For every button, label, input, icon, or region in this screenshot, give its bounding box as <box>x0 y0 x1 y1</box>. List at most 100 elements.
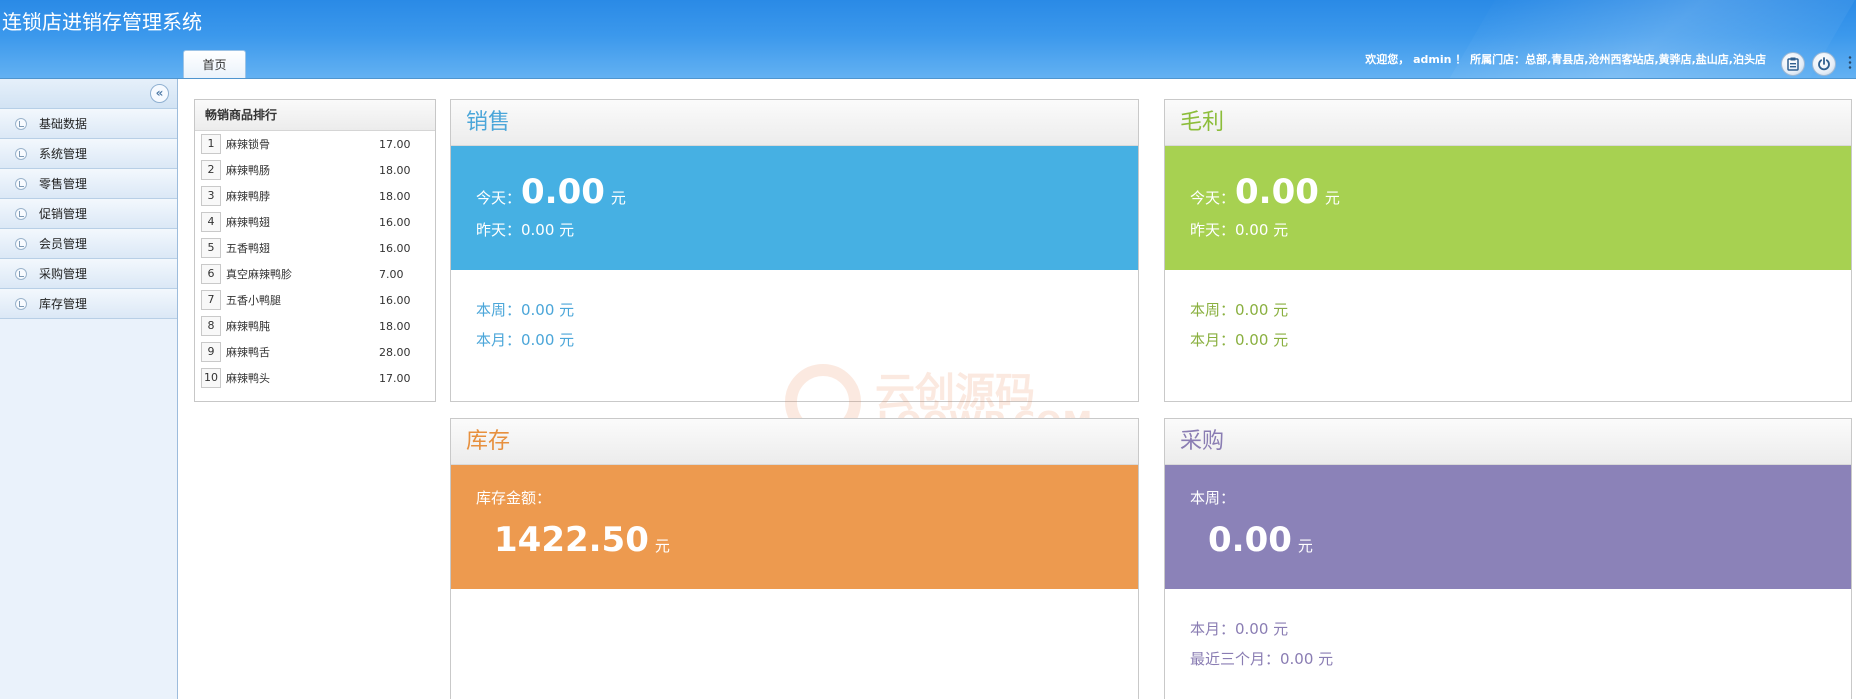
sidebar-item-label: 促销管理 <box>39 207 88 221</box>
product-price: 18.00 <box>379 189 411 203</box>
list-item: 8 麻辣鸭肫 18.00 <box>195 313 435 339</box>
sidebar-item-promotion[interactable]: 促销管理 <box>0 199 177 229</box>
rank-number: 2 <box>201 160 221 180</box>
sidebar-item-retail[interactable]: 零售管理 <box>0 169 177 199</box>
menu-arrow-icon <box>15 297 27 310</box>
stock-amount-unit: 元 <box>654 537 670 555</box>
sales-today-value: 0.00 <box>521 172 605 212</box>
menu-arrow-icon <box>15 177 27 190</box>
menu-arrow-icon <box>15 267 27 280</box>
product-name: 麻辣鸭翅 <box>226 216 270 229</box>
purchase-week-value: 0.00 <box>1208 520 1292 560</box>
sales-today-unit: 元 <box>610 189 626 207</box>
product-name: 麻辣鸭头 <box>226 372 270 385</box>
purchase-three-months: 最近三个月：0.00 元 <box>1190 650 1334 668</box>
sidebar-item-label: 零售管理 <box>39 177 88 191</box>
gross-profit-week: 本周：0.00 元 <box>1190 301 1289 319</box>
stock-card: 库存 库存金额： 1422.50 元 <box>450 418 1139 699</box>
sidebar-item-purchase[interactable]: 采购管理 <box>0 259 177 289</box>
more-dots-icon[interactable] <box>1848 55 1852 69</box>
gross-profit-today: 今天：0.00 元 <box>1190 172 1340 212</box>
product-name: 麻辣鸭舌 <box>226 346 270 359</box>
product-price: 18.00 <box>379 319 411 333</box>
product-name: 五香鸭翅 <box>226 242 270 255</box>
sidebar-item-member[interactable]: 会员管理 <box>0 229 177 259</box>
purchase-week-label: 本周： <box>1190 489 1236 507</box>
sales-today-label: 今天： <box>476 189 522 207</box>
product-name: 五香小鸭腿 <box>226 294 281 307</box>
rank-number: 9 <box>201 342 221 362</box>
purchase-week: 0.00 元 <box>1208 520 1313 560</box>
purchase-week-unit: 元 <box>1297 537 1313 555</box>
top-selling-title: 畅销商品排行 <box>195 100 435 131</box>
sidebar-item-basic-data[interactable]: 基础数据 <box>0 109 177 139</box>
gross-profit-today-label: 今天： <box>1190 189 1236 207</box>
sidebar-item-label: 基础数据 <box>39 117 88 131</box>
sidebar-collapse-bar: « <box>0 79 177 109</box>
list-item: 7 五香小鸭腿 16.00 <box>195 287 435 313</box>
sales-month: 本月：0.00 元 <box>476 331 575 349</box>
product-price: 17.00 <box>379 371 411 385</box>
sidebar-item-label: 采购管理 <box>39 267 88 281</box>
power-icon[interactable] <box>1812 52 1836 76</box>
rank-number: 7 <box>201 290 221 310</box>
sidebar: « 基础数据 系统管理 零售管理 促销管理 会员管理 采购管理 库存管理 <box>0 79 178 699</box>
list-item: 1 麻辣锁骨 17.00 <box>195 131 435 157</box>
rank-number: 4 <box>201 212 221 232</box>
stock-amount-band: 库存金额： 1422.50 元 <box>451 465 1138 589</box>
sidebar-item-label: 库存管理 <box>39 297 88 311</box>
sales-card-title: 销售 <box>451 100 1138 146</box>
product-price: 17.00 <box>379 137 411 151</box>
rank-number: 1 <box>201 134 221 154</box>
list-item: 9 麻辣鸭舌 28.00 <box>195 339 435 365</box>
menu-arrow-icon <box>15 207 27 220</box>
sales-week: 本周：0.00 元 <box>476 301 575 319</box>
purchase-card: 采购 本周： 0.00 元 本月：0.00 元 最近三个月：0.00 元 <box>1164 418 1852 699</box>
list-item: 6 真空麻辣鸭胗 7.00 <box>195 261 435 287</box>
sidebar-item-system[interactable]: 系统管理 <box>0 139 177 169</box>
rank-number: 6 <box>201 264 221 284</box>
app-title: 连锁店进销存管理系统 <box>2 10 202 34</box>
gross-profit-today-band: 今天：0.00 元 昨天：0.00 元 <box>1165 146 1851 270</box>
tab-home[interactable]: 首页 <box>183 50 246 78</box>
product-price: 28.00 <box>379 345 411 359</box>
sales-card: 销售 今天：0.00 元 昨天：0.00 元 本周：0.00 元 本月：0.00 … <box>450 99 1139 402</box>
menu-arrow-icon <box>15 237 27 250</box>
product-name: 真空麻辣鸭胗 <box>226 268 292 281</box>
sales-today-band: 今天：0.00 元 昨天：0.00 元 <box>451 146 1138 270</box>
product-price: 7.00 <box>379 267 404 281</box>
sidebar-item-label: 会员管理 <box>39 237 88 251</box>
rank-number: 8 <box>201 316 221 336</box>
purchase-card-title: 采购 <box>1165 419 1851 465</box>
product-price: 18.00 <box>379 163 411 177</box>
sidebar-item-label: 系统管理 <box>39 147 88 161</box>
product-name: 麻辣鸭脖 <box>226 190 270 203</box>
welcome-text: 欢迎您， admin ！ 所属门店：总部,青县店,沧州西客站店,黄骅店,盐山店,… <box>1365 53 1766 66</box>
stock-card-title: 库存 <box>451 419 1138 465</box>
top-selling-panel: 畅销商品排行 1 麻辣锁骨 17.00 2 麻辣鸭肠 18.00 3 麻辣鸭脖 … <box>194 99 436 402</box>
gross-profit-card-title: 毛利 <box>1165 100 1851 146</box>
purchase-week-band: 本周： 0.00 元 <box>1165 465 1851 589</box>
list-item: 4 麻辣鸭翅 16.00 <box>195 209 435 235</box>
purchase-month: 本月：0.00 元 <box>1190 620 1289 638</box>
gross-profit-today-value: 0.00 <box>1235 172 1319 212</box>
list-item: 10 麻辣鸭头 17.00 <box>195 365 435 391</box>
top-header: 连锁店进销存管理系统 首页 欢迎您， admin ！ 所属门店：总部,青县店,沧… <box>0 0 1856 79</box>
menu-arrow-icon <box>15 147 27 160</box>
gross-profit-today-unit: 元 <box>1324 189 1340 207</box>
product-price: 16.00 <box>379 241 411 255</box>
product-name: 麻辣锁骨 <box>226 138 270 151</box>
product-price: 16.00 <box>379 215 411 229</box>
stock-amount: 1422.50 元 <box>494 520 670 560</box>
stock-amount-label: 库存金额： <box>476 489 552 507</box>
product-name: 麻辣鸭肫 <box>226 320 270 333</box>
sales-yesterday: 昨天：0.00 元 <box>476 221 575 239</box>
product-price: 16.00 <box>379 293 411 307</box>
sales-today: 今天：0.00 元 <box>476 172 626 212</box>
stock-amount-value: 1422.50 <box>494 520 649 560</box>
rank-number: 10 <box>201 368 221 388</box>
collapse-sidebar-icon[interactable]: « <box>150 84 169 103</box>
sidebar-item-inventory[interactable]: 库存管理 <box>0 289 177 319</box>
clipboard-icon[interactable] <box>1781 52 1805 76</box>
list-item: 2 麻辣鸭肠 18.00 <box>195 157 435 183</box>
